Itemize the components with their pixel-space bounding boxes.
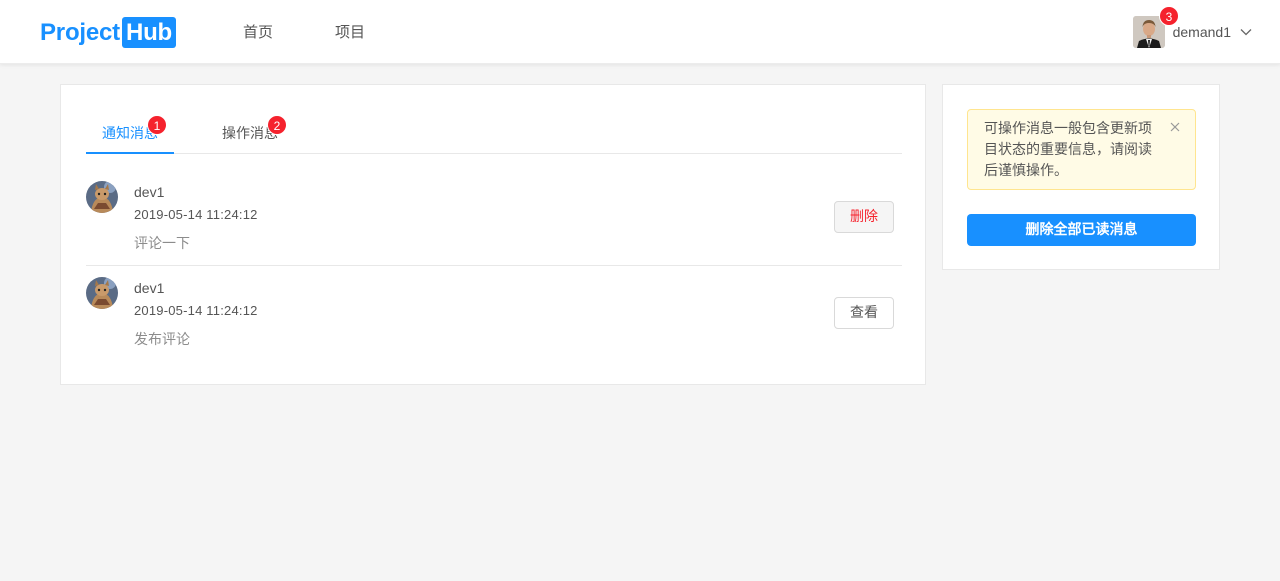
logo-text-hub: Hub [121, 17, 177, 48]
avatar [86, 181, 118, 213]
chevron-down-icon[interactable] [1240, 26, 1252, 38]
view-button[interactable]: 查看 [834, 297, 894, 329]
message-time: 2019-05-14 11:24:12 [134, 303, 258, 318]
top-navbar: Project Hub 首页 项目 demand1 3 [0, 0, 1280, 64]
logo[interactable]: Project Hub [40, 17, 177, 48]
nav-home[interactable]: 首页 [243, 21, 273, 42]
side-panel: 可操作消息一般包含更新项目状态的重要信息，请阅读后谨慎操作。 删除全部已读消息 [942, 84, 1220, 270]
message-tabs: 通知消息 1 操作消息 2 [86, 109, 902, 154]
notification-badge: 3 [1159, 6, 1179, 26]
nav-projects[interactable]: 项目 [335, 21, 365, 42]
delete-all-read-button[interactable]: 删除全部已读消息 [967, 214, 1196, 246]
avatar [86, 277, 118, 309]
list-item: dev1 2019-05-14 11:24:12 发布评论 查看 [86, 266, 902, 362]
list-item: dev1 2019-05-14 11:24:12 评论一下 删除 [86, 170, 902, 266]
username[interactable]: demand1 [1173, 24, 1231, 40]
logo-text-project: Project [40, 18, 120, 46]
message-content: 发布评论 [134, 332, 190, 348]
message-time: 2019-05-14 11:24:12 [134, 207, 258, 222]
tab-notifications-badge: 1 [147, 115, 167, 135]
message-author: dev1 [134, 280, 165, 296]
delete-button[interactable]: 删除 [834, 201, 894, 233]
alert-message: 可操作消息一般包含更新项目状态的重要信息，请阅读后谨慎操作。 [984, 121, 1152, 179]
messages-card: 通知消息 1 操作消息 2 dev1 2019-05-14 11:24:12 评… [60, 84, 926, 385]
close-icon[interactable] [1170, 122, 1180, 132]
info-alert: 可操作消息一般包含更新项目状态的重要信息，请阅读后谨慎操作。 [967, 109, 1196, 190]
active-tab-indicator [86, 152, 174, 154]
user-menu[interactable]: demand1 [1132, 16, 1252, 48]
message-author: dev1 [134, 184, 165, 200]
message-content: 评论一下 [134, 236, 190, 252]
tab-operations-badge: 2 [267, 115, 287, 135]
